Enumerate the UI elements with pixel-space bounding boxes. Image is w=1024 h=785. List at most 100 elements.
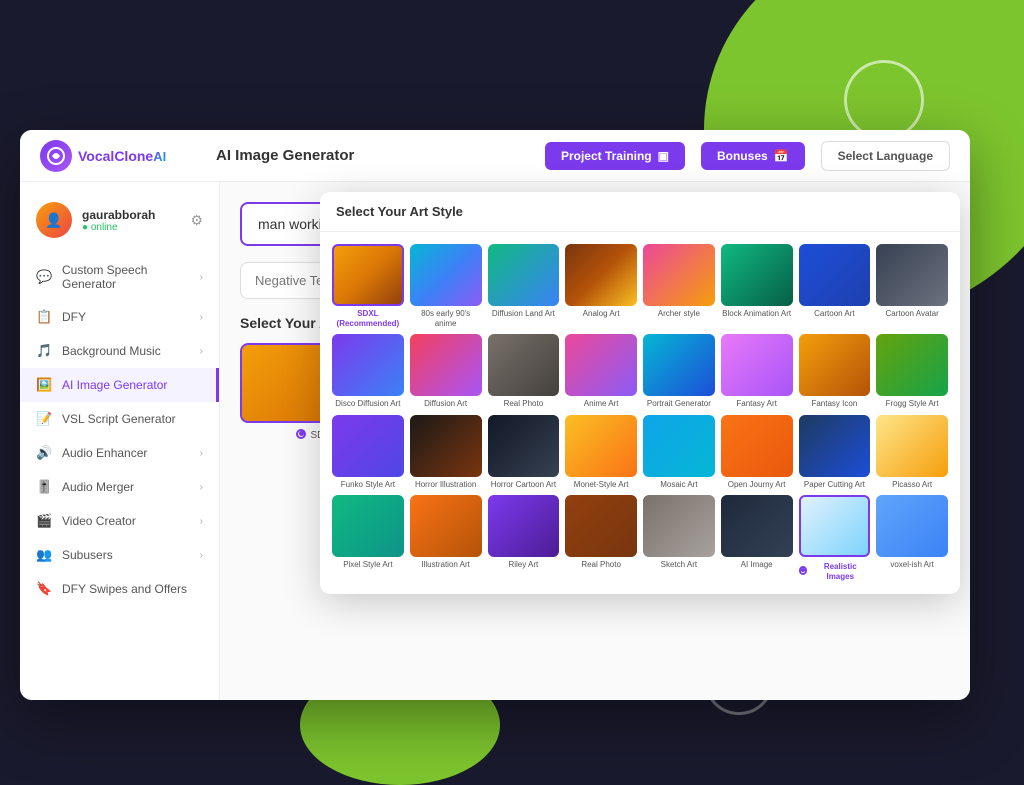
dfy-label: DFY <box>62 310 86 324</box>
art-style-thumbnail <box>799 415 871 477</box>
chevron-right-icon-4: › <box>200 448 203 459</box>
dialog-item-real-photo[interactable]: Real Photo <box>565 495 637 581</box>
dfy-swipes-icon: 🔖 <box>36 581 52 597</box>
dialog-item-ai-image[interactable]: AI Image <box>721 495 793 581</box>
art-style-label: Mosaic Art <box>643 480 715 490</box>
dialog-item-voxel-ish-art[interactable]: voxel-ish Art <box>876 495 948 581</box>
art-style-label: Block Animation Art <box>721 309 793 319</box>
art-style-label: SDXL (Recommended) <box>332 309 404 328</box>
audio-merger-icon: 🎚️ <box>36 479 52 495</box>
art-style-label: Portrait Generator <box>643 399 715 409</box>
project-training-button[interactable]: Project Training ▣ <box>545 142 685 170</box>
dialog-item-cartoon-art[interactable]: Cartoon Art <box>799 244 871 328</box>
music-icon: 🎵 <box>36 343 52 359</box>
art-style-label: 80s early 90's anime <box>410 309 482 328</box>
chevron-right-icon-6: › <box>200 516 203 527</box>
art-style-thumbnail <box>565 495 637 557</box>
art-style-dialog: Select Your Art Style SDXL (Recommended)… <box>320 192 960 594</box>
art-style-thumbnail <box>876 415 948 477</box>
dialog-item-illustration-art[interactable]: Illustration Art <box>410 495 482 581</box>
art-style-thumbnail <box>721 334 793 396</box>
art-style-thumbnail <box>410 415 482 477</box>
art-style-label: Real Photo <box>565 560 637 570</box>
sidebar-item-audio-merger[interactable]: 🎚️ Audio Merger › <box>20 470 219 504</box>
art-style-thumbnail <box>565 334 637 396</box>
sidebar-item-custom-speech[interactable]: 💬 Custom Speech Generator › <box>20 254 219 300</box>
dialog-item-sketch-art[interactable]: Sketch Art <box>643 495 715 581</box>
dialog-item-realistic-images[interactable]: Realistic Images <box>799 495 871 581</box>
dialog-item-80s-early-90's-anime[interactable]: 80s early 90's anime <box>410 244 482 328</box>
dialog-item-monet-style-art[interactable]: Monet-Style Art <box>565 415 637 490</box>
dialog-item-disco-diffusion-art[interactable]: Disco Diffusion Art <box>332 334 404 409</box>
art-style-dialog-grid: SDXL (Recommended) 80s early 90's anime Di… <box>320 232 960 594</box>
sidebar-item-vsl[interactable]: 📝 VSL Script Generator <box>20 402 219 436</box>
sidebar-item-audio-enhancer[interactable]: 🔊 Audio Enhancer › <box>20 436 219 470</box>
sidebar-item-video-creator[interactable]: 🎬 Video Creator › <box>20 504 219 538</box>
dialog-item-block-animation-art[interactable]: Block Animation Art <box>721 244 793 328</box>
dialog-item-diffusion-land-art[interactable]: Diffusion Land Art <box>488 244 560 328</box>
art-style-label: Monet-Style Art <box>565 480 637 490</box>
chevron-right-icon-2: › <box>200 312 203 323</box>
dialog-item-fantasy-icon[interactable]: Fantasy Icon <box>799 334 871 409</box>
art-style-thumbnail <box>410 495 482 557</box>
art-style-label: Pixel Style Art <box>332 560 404 570</box>
bonuses-button[interactable]: Bonuses 📅 <box>701 142 805 170</box>
art-style-label: Horror Cartoon Art <box>488 480 560 490</box>
bonuses-label: Bonuses <box>717 149 768 163</box>
sidebar-item-subusers[interactable]: 👥 Subusers › <box>20 538 219 572</box>
dialog-item-analog-art[interactable]: Analog Art <box>565 244 637 328</box>
custom-speech-label: Custom Speech Generator <box>62 263 190 291</box>
art-style-label: Archer style <box>643 309 715 319</box>
language-button[interactable]: Select Language <box>821 141 950 171</box>
art-style-label: Sketch Art <box>643 560 715 570</box>
art-style-thumbnail <box>721 415 793 477</box>
art-style-label: Cartoon Avatar <box>876 309 948 319</box>
art-style-label: Disco Diffusion Art <box>332 399 404 409</box>
bg-circle-top <box>844 60 924 140</box>
art-style-thumbnail <box>565 415 637 477</box>
dialog-item-paper-cutting-art[interactable]: Paper Cutting Art <box>799 415 871 490</box>
art-style-thumbnail <box>643 334 715 396</box>
art-style-thumbnail <box>799 334 871 396</box>
dialog-item-anime-art[interactable]: Anime Art <box>565 334 637 409</box>
art-style-thumbnail <box>488 334 560 396</box>
dialog-item-sdxl-(recommended)[interactable]: SDXL (Recommended) <box>332 244 404 328</box>
dialog-item-riley-art[interactable]: Riley Art <box>488 495 560 581</box>
dialog-item-funko-style-art[interactable]: Funko Style Art <box>332 415 404 490</box>
user-info: 👤 gaurabborah ● online ⚙ <box>20 194 219 254</box>
dialog-item-cartoon-avatar[interactable]: Cartoon Avatar <box>876 244 948 328</box>
dialog-item-real-photo[interactable]: Real Photo <box>488 334 560 409</box>
logo-text: VocalCloneAI <box>78 148 166 164</box>
dialog-item-diffusion-art[interactable]: Diffusion Art <box>410 334 482 409</box>
art-style-label: voxel-ish Art <box>876 560 948 570</box>
art-style-label: Paper Cutting Art <box>799 480 871 490</box>
art-style-label: Analog Art <box>565 309 637 319</box>
art-style-label: Realistic Images <box>810 562 870 581</box>
custom-speech-icon: 💬 <box>36 269 52 285</box>
dialog-item-portrait-generator[interactable]: Portrait Generator <box>643 334 715 409</box>
settings-icon[interactable]: ⚙ <box>190 212 203 229</box>
dialog-item-open-journy-art[interactable]: Open Journy Art <box>721 415 793 490</box>
art-style-label: Funko Style Art <box>332 480 404 490</box>
art-style-thumbnail <box>643 244 715 306</box>
sidebar-item-background-music[interactable]: 🎵 Background Music › <box>20 334 219 368</box>
dialog-item-picasso-art[interactable]: Picasso Art <box>876 415 948 490</box>
dialog-item-horror-cartoon-art[interactable]: Horror Cartoon Art <box>488 415 560 490</box>
dialog-item-horror-illustration[interactable]: Horror Illustration <box>410 415 482 490</box>
sidebar-item-dfy[interactable]: 📋 DFY › <box>20 300 219 334</box>
ai-image-label: AI Image Generator <box>62 378 167 392</box>
dialog-item-fantasy-art[interactable]: Fantasy Art <box>721 334 793 409</box>
art-style-label: Anime Art <box>565 399 637 409</box>
art-style-thumbnail <box>332 495 404 557</box>
dialog-item-mosaic-art[interactable]: Mosaic Art <box>643 415 715 490</box>
dialog-item-pixel-style-art[interactable]: Pixel Style Art <box>332 495 404 581</box>
art-style-thumbnail <box>565 244 637 306</box>
sidebar-item-dfy-swipes[interactable]: 🔖 DFY Swipes and Offers <box>20 572 219 606</box>
dialog-title: Select Your Art Style <box>320 192 960 232</box>
dialog-item-frogg-style-art[interactable]: Frogg Style Art <box>876 334 948 409</box>
dialog-overlay: Select Your Art Style SDXL (Recommended)… <box>215 182 970 700</box>
dialog-item-archer-style[interactable]: Archer style <box>643 244 715 328</box>
chevron-right-icon-7: › <box>200 550 203 561</box>
sidebar-item-ai-image[interactable]: 🖼️ AI Image Generator <box>20 368 219 402</box>
chevron-right-icon-5: › <box>200 482 203 493</box>
